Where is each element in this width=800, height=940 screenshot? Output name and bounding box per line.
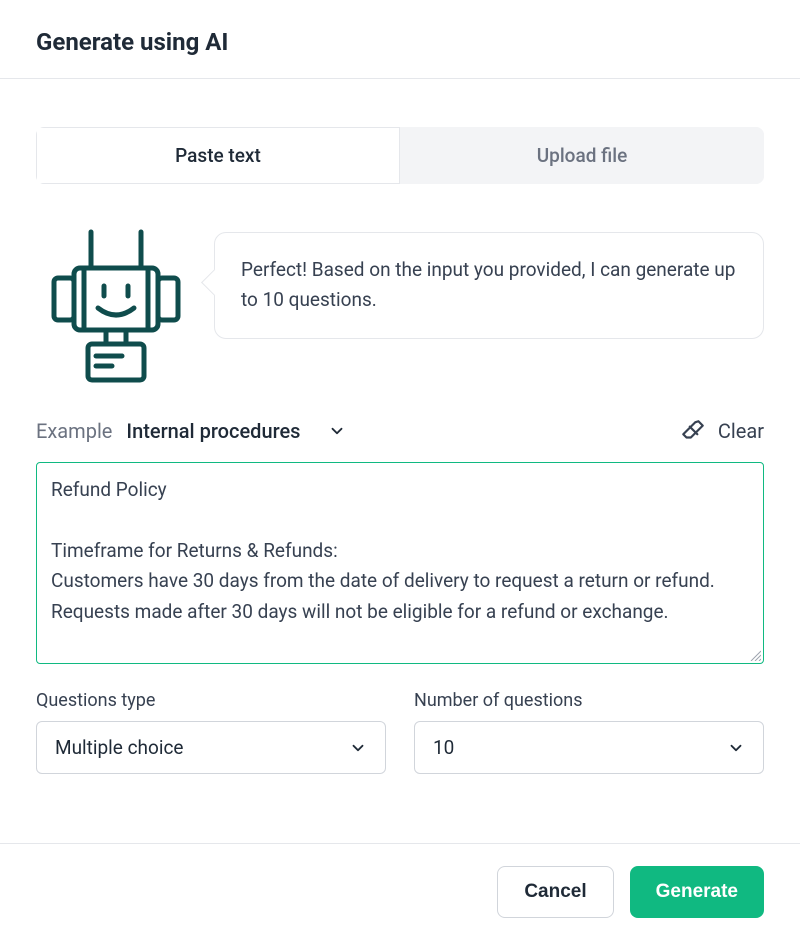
tab-paste-text[interactable]: Paste text xyxy=(36,127,400,184)
chevron-down-icon xyxy=(328,422,346,440)
example-label: Example xyxy=(36,419,112,443)
tab-upload-file[interactable]: Upload file xyxy=(400,127,764,184)
assistant-row: Perfect! Based on the input you provided… xyxy=(36,226,764,386)
tab-label: Upload file xyxy=(537,144,628,167)
source-text-wrapper xyxy=(36,462,764,664)
eraser-icon xyxy=(680,418,706,444)
options-row: Questions type Multiple choice Number of… xyxy=(36,690,764,774)
generate-button[interactable]: Generate xyxy=(630,866,764,918)
modal-title: Generate using AI xyxy=(36,28,764,56)
chevron-down-icon xyxy=(349,739,367,757)
questions-type-label: Questions type xyxy=(36,690,386,711)
modal-footer: Cancel Generate xyxy=(0,843,800,940)
cancel-button[interactable]: Cancel xyxy=(497,866,613,918)
robot-icon xyxy=(36,226,196,386)
source-text-input[interactable] xyxy=(37,463,763,659)
clear-label: Clear xyxy=(718,419,764,443)
cancel-label: Cancel xyxy=(524,881,586,902)
input-mode-tabs: Paste text Upload file xyxy=(36,127,764,184)
chevron-down-icon xyxy=(727,739,745,757)
resize-grip-icon[interactable] xyxy=(749,649,761,661)
example-selector-group: Example Internal procedures xyxy=(36,419,346,443)
modal-content: Paste text Upload file xyxy=(0,79,800,774)
questions-type-value: Multiple choice xyxy=(55,736,183,759)
generate-label: Generate xyxy=(656,881,738,902)
num-questions-field: Number of questions 10 xyxy=(414,690,764,774)
questions-type-field: Questions type Multiple choice xyxy=(36,690,386,774)
example-clear-row: Example Internal procedures Clear xyxy=(36,418,764,444)
num-questions-label: Number of questions xyxy=(414,690,764,711)
example-dropdown[interactable]: Internal procedures xyxy=(126,419,346,443)
assistant-speech-bubble: Perfect! Based on the input you provided… xyxy=(214,232,764,339)
modal-header: Generate using AI xyxy=(0,0,800,79)
num-questions-value: 10 xyxy=(433,736,454,759)
questions-type-select[interactable]: Multiple choice xyxy=(36,721,386,774)
clear-button[interactable]: Clear xyxy=(680,418,764,444)
tab-label: Paste text xyxy=(175,144,261,167)
assistant-message: Perfect! Based on the input you provided… xyxy=(241,258,735,311)
example-selected-value: Internal procedures xyxy=(126,419,300,443)
num-questions-select[interactable]: 10 xyxy=(414,721,764,774)
